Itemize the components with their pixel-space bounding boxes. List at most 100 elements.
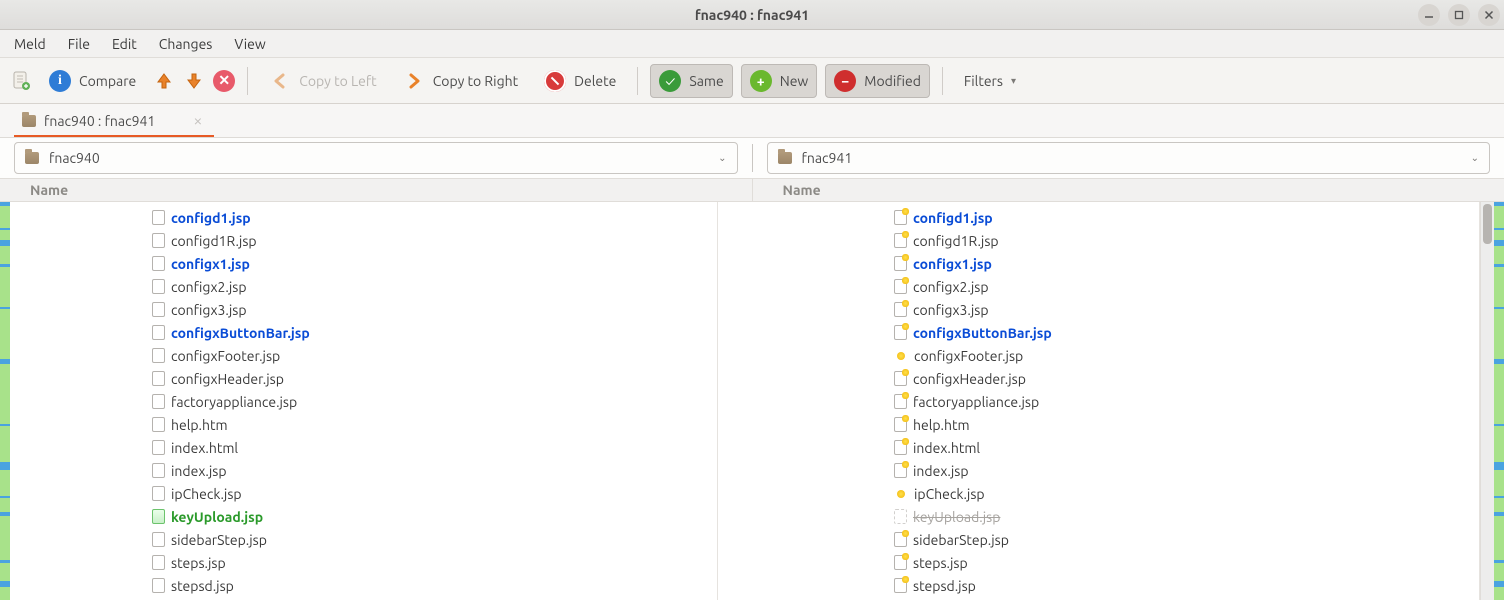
file-row[interactable]: factoryappliance.jsp [10,390,717,413]
file-row[interactable]: ipCheck.jsp [772,482,1479,505]
arrow-down-icon[interactable] [183,70,205,92]
file-icon [152,348,165,363]
file-row[interactable]: configxFooter.jsp [10,344,717,367]
cancel-icon[interactable]: ✕ [213,70,235,92]
filters-button[interactable]: Filters ▾ [955,67,1025,95]
file-name: stepsd.jsp [171,578,234,594]
file-row[interactable]: sidebarStep.jsp [10,528,717,551]
file-row[interactable]: keyUpload.jsp [10,505,717,528]
file-row[interactable]: ipCheck.jsp [10,482,717,505]
file-row[interactable]: factoryappliance.jsp [772,390,1479,413]
file-row[interactable]: index.html [10,436,717,459]
file-icon [152,279,165,294]
file-row[interactable]: configxHeader.jsp [10,367,717,390]
maximize-button[interactable] [1448,4,1470,26]
menu-item-meld[interactable]: Meld [4,32,56,56]
menu-item-view[interactable]: View [224,32,275,56]
file-row[interactable]: configx2.jsp [772,275,1479,298]
file-name: index.html [913,440,980,456]
file-icon [894,532,907,547]
file-name: configd1R.jsp [913,233,999,249]
file-row[interactable]: index.jsp [772,459,1479,482]
check-icon: ✓ [659,70,681,92]
scrollbar-thumb[interactable] [1483,204,1492,244]
diff-gutter-right[interactable] [1494,202,1504,600]
folder-icon [778,152,792,164]
menu-item-changes[interactable]: Changes [149,32,223,56]
menu-item-file[interactable]: File [58,32,100,56]
column-header-name-right[interactable]: Name [753,179,1504,201]
arrow-up-icon[interactable] [153,70,175,92]
close-button[interactable] [1478,4,1500,26]
file-row[interactable]: stepsd.jsp [772,574,1479,597]
compare-button[interactable]: i Compare [40,64,145,98]
file-row[interactable]: stepsd.jsp [10,574,717,597]
file-row[interactable]: steps.jsp [772,551,1479,574]
tab-close-icon[interactable]: × [193,112,202,130]
diff-gutter-left[interactable] [0,202,10,600]
delete-button[interactable]: Delete [535,64,625,98]
file-name: ipCheck.jsp [914,486,985,502]
file-icon [894,256,907,271]
file-name: ipCheck.jsp [171,486,242,502]
file-row[interactable]: configx1.jsp [10,252,717,275]
tab-comparison[interactable]: fnac940 : fnac941 × [14,107,214,137]
left-pane[interactable]: configd1.jspconfigd1R.jspconfigx1.jspcon… [10,202,718,600]
copy-to-left-button: Copy to Left [260,64,385,98]
file-row[interactable]: configxHeader.jsp [772,367,1479,390]
file-row[interactable]: configd1.jsp [772,206,1479,229]
tabstrip: fnac940 : fnac941 × [0,104,1504,138]
scrollbar-vertical[interactable] [1480,202,1494,600]
file-name: index.jsp [913,463,969,479]
file-name: configx3.jsp [171,302,247,318]
file-row[interactable]: configd1R.jsp [772,229,1479,252]
file-name: configx2.jsp [913,279,989,295]
file-icon [894,371,907,386]
file-row[interactable]: help.htm [772,413,1479,436]
file-icon [894,463,907,478]
file-icon [894,210,907,225]
right-directory-combo[interactable]: fnac941 ⌄ [767,142,1491,174]
minimize-button[interactable] [1418,4,1440,26]
file-row[interactable]: configxButtonBar.jsp [10,321,717,344]
file-row[interactable]: configx2.jsp [10,275,717,298]
file-row[interactable]: index.html [772,436,1479,459]
file-row[interactable]: configxButtonBar.jsp [772,321,1479,344]
file-name: configxButtonBar.jsp [913,325,1052,341]
titlebar: fnac940 : fnac941 [0,0,1504,30]
file-name: help.htm [171,417,228,433]
file-icon [152,325,165,340]
compare-label: Compare [79,73,136,89]
left-directory-combo[interactable]: fnac940 ⌄ [14,142,738,174]
file-row[interactable]: steps.jsp [10,551,717,574]
file-row[interactable]: configd1.jsp [10,206,717,229]
file-name: configxFooter.jsp [171,348,280,364]
file-row[interactable]: configd1R.jsp [10,229,717,252]
file-icon [152,210,165,225]
file-row[interactable]: keyUpload.jsp [772,505,1479,528]
file-row[interactable]: sidebarStep.jsp [772,528,1479,551]
pane-separator [752,144,753,172]
file-row[interactable]: configx3.jsp [10,298,717,321]
file-row[interactable]: configxFooter.jsp [772,344,1479,367]
file-name: factoryappliance.jsp [913,394,1039,410]
file-icon [152,463,165,478]
column-header-name-left[interactable]: Name [0,179,753,201]
new-comparison-icon[interactable] [10,70,32,92]
menu-item-edit[interactable]: Edit [102,32,147,56]
file-icon [894,440,907,455]
file-name: steps.jsp [913,555,968,571]
file-row[interactable]: configx1.jsp [772,252,1479,275]
filter-same-button[interactable]: ✓ Same [650,64,732,98]
file-row[interactable]: index.jsp [10,459,717,482]
file-icon [152,578,165,593]
file-name: configd1.jsp [171,210,251,226]
file-row[interactable]: help.htm [10,413,717,436]
diff-panes: configd1.jspconfigd1R.jspconfigx1.jspcon… [0,202,1504,600]
filter-new-button[interactable]: + New [741,64,818,98]
right-pane[interactable]: configd1.jsp configd1R.jsp configx1.jsp con… [772,202,1480,600]
filter-modified-button[interactable]: − Modified [825,64,930,98]
file-row[interactable]: configx3.jsp [772,298,1479,321]
copy-to-right-button[interactable]: Copy to Right [394,64,527,98]
file-name: steps.jsp [171,555,226,571]
